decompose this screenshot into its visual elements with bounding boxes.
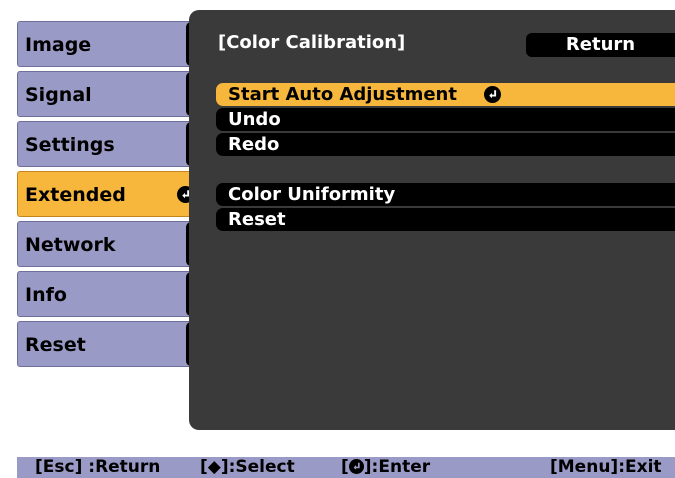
menu-item-label: Redo — [228, 134, 280, 155]
sidebar-item-image[interactable]: Image — [17, 21, 203, 67]
menu-item-reset[interactable]: Reset — [216, 208, 675, 231]
menu-item-label: Reset — [228, 209, 286, 230]
menu-item-label: Undo — [228, 109, 281, 130]
sidebar-item-signal[interactable]: Signal — [17, 71, 203, 117]
status-esc-hint: [Esc] :Return — [35, 457, 161, 477]
menu-item-start-auto-adjustment[interactable]: Start Auto Adjustment — [216, 83, 675, 106]
enter-icon — [348, 459, 364, 474]
sidebar-item-label: Reset — [25, 334, 86, 356]
sidebar-item-label: Settings — [25, 134, 115, 156]
sidebar-item-label: Network — [25, 234, 116, 256]
status-bar: [Esc] :Return [◆]:Select [ ]:Enter [Menu… — [17, 457, 675, 478]
menu-item-label: Color Uniformity — [228, 184, 396, 205]
status-select-hint: [◆]:Select — [200, 457, 295, 477]
menu-item-undo[interactable]: Undo — [216, 108, 675, 131]
sidebar-item-label: Image — [25, 34, 92, 56]
panel-title: [Color Calibration] — [218, 32, 406, 53]
sidebar-item-label: Info — [25, 284, 67, 306]
sidebar-item-reset[interactable]: Reset — [17, 321, 203, 367]
enter-icon — [484, 86, 501, 103]
status-enter-bracket: [ — [341, 457, 349, 477]
status-menu-hint: [Menu]:Exit — [550, 457, 662, 477]
sidebar-item-extended[interactable]: Extended — [17, 171, 203, 217]
menu-item-redo[interactable]: Redo — [216, 133, 675, 156]
menu-item-label: Start Auto Adjustment — [228, 84, 457, 105]
sidebar-item-settings[interactable]: Settings — [17, 121, 203, 167]
sidebar-item-info[interactable]: Info — [17, 271, 203, 317]
status-enter-hint: [ ]:Enter — [341, 457, 430, 478]
status-enter-label: ]:Enter — [363, 457, 431, 477]
return-button[interactable]: Return — [526, 33, 675, 57]
sidebar-item-label: Extended — [25, 184, 126, 206]
menu-item-color-uniformity[interactable]: Color Uniformity — [216, 183, 675, 206]
sidebar-item-label: Signal — [25, 84, 92, 106]
sidebar-item-network[interactable]: Network — [17, 221, 203, 267]
